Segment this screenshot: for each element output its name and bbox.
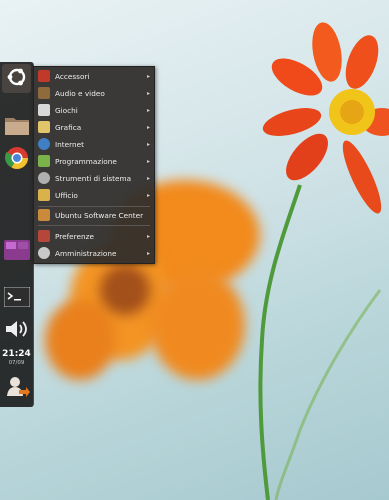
dash-button[interactable] xyxy=(2,64,31,93)
chrome-icon xyxy=(4,146,29,174)
administration-icon xyxy=(38,247,50,259)
submenu-arrow-icon: ▸ xyxy=(146,106,150,114)
launcher-item-volume[interactable] xyxy=(2,316,31,345)
menu-item-grafica[interactable]: Grafica ▸ xyxy=(36,119,152,135)
clock-date: 07/09 xyxy=(8,360,25,366)
menu-item-label: Programmazione xyxy=(55,156,117,166)
menu-item-ubuntu-software-center[interactable]: Ubuntu Software Center xyxy=(36,207,152,223)
menu-item-preferenze[interactable]: Preferenze ▸ xyxy=(36,228,152,244)
launcher-item-files[interactable] xyxy=(2,112,31,141)
menu-item-internet[interactable]: Internet ▸ xyxy=(36,136,152,152)
ubuntu-logo-icon xyxy=(6,66,28,92)
menu-item-audio-video[interactable]: Audio e video ▸ xyxy=(36,85,152,101)
unity-launcher: 21:24 07/09 xyxy=(0,62,34,407)
software-center-icon xyxy=(38,209,50,221)
applications-menu: Accessori ▸ Audio e video ▸ Giochi ▸ Gra… xyxy=(33,66,155,264)
user-logout-icon xyxy=(4,374,30,404)
menu-item-label: Ufficio xyxy=(55,190,78,200)
launcher-item-chrome[interactable] xyxy=(2,145,31,174)
submenu-arrow-icon: ▸ xyxy=(146,72,150,80)
menu-item-label: Ubuntu Software Center xyxy=(55,210,144,220)
menu-item-accessori[interactable]: Accessori ▸ xyxy=(36,68,152,84)
launcher-item-terminal[interactable] xyxy=(2,284,31,313)
menu-item-programmazione[interactable]: Programmazione ▸ xyxy=(36,153,152,169)
menu-item-giochi[interactable]: Giochi ▸ xyxy=(36,102,152,118)
submenu-arrow-icon: ▸ xyxy=(146,249,150,257)
menu-item-label: Amministrazione xyxy=(55,248,117,258)
programming-icon xyxy=(38,155,50,167)
volume-icon xyxy=(4,318,30,344)
accessories-icon xyxy=(38,70,50,82)
menu-item-label: Internet xyxy=(55,139,84,149)
launcher-item-user[interactable] xyxy=(2,374,31,403)
submenu-arrow-icon: ▸ xyxy=(146,232,150,240)
submenu-arrow-icon: ▸ xyxy=(146,174,150,182)
submenu-arrow-icon: ▸ xyxy=(146,140,150,148)
submenu-arrow-icon: ▸ xyxy=(146,89,150,97)
menu-item-label: Giochi xyxy=(55,105,78,115)
internet-icon xyxy=(38,138,50,150)
menu-item-amministrazione[interactable]: Amministrazione ▸ xyxy=(36,245,152,261)
menu-item-label: Accessori xyxy=(55,71,90,81)
menu-item-ufficio[interactable]: Ufficio ▸ xyxy=(36,187,152,203)
preferences-icon xyxy=(38,230,50,242)
games-icon xyxy=(38,104,50,116)
submenu-arrow-icon: ▸ xyxy=(146,123,150,131)
menu-item-label: Strumenti di sistema xyxy=(55,173,132,183)
menu-item-label: Audio e video xyxy=(55,88,105,98)
office-icon xyxy=(38,189,50,201)
submenu-arrow-icon: ▸ xyxy=(146,157,150,165)
terminal-icon xyxy=(3,286,30,311)
folder-icon xyxy=(4,114,30,140)
workspace-switcher-icon xyxy=(3,239,30,264)
menu-item-label: Preferenze xyxy=(55,231,94,241)
graphics-icon xyxy=(38,121,50,133)
menu-item-label: Grafica xyxy=(55,122,82,132)
submenu-arrow-icon: ▸ xyxy=(146,191,150,199)
launcher-item-workspaces[interactable] xyxy=(2,237,31,266)
menu-item-strumenti-di-sistema[interactable]: Strumenti di sistema ▸ xyxy=(36,170,152,186)
audio-video-icon xyxy=(38,87,50,99)
clock-time[interactable]: 21:24 xyxy=(0,349,33,359)
menu-separator xyxy=(38,225,150,226)
system-tools-icon xyxy=(38,172,50,184)
